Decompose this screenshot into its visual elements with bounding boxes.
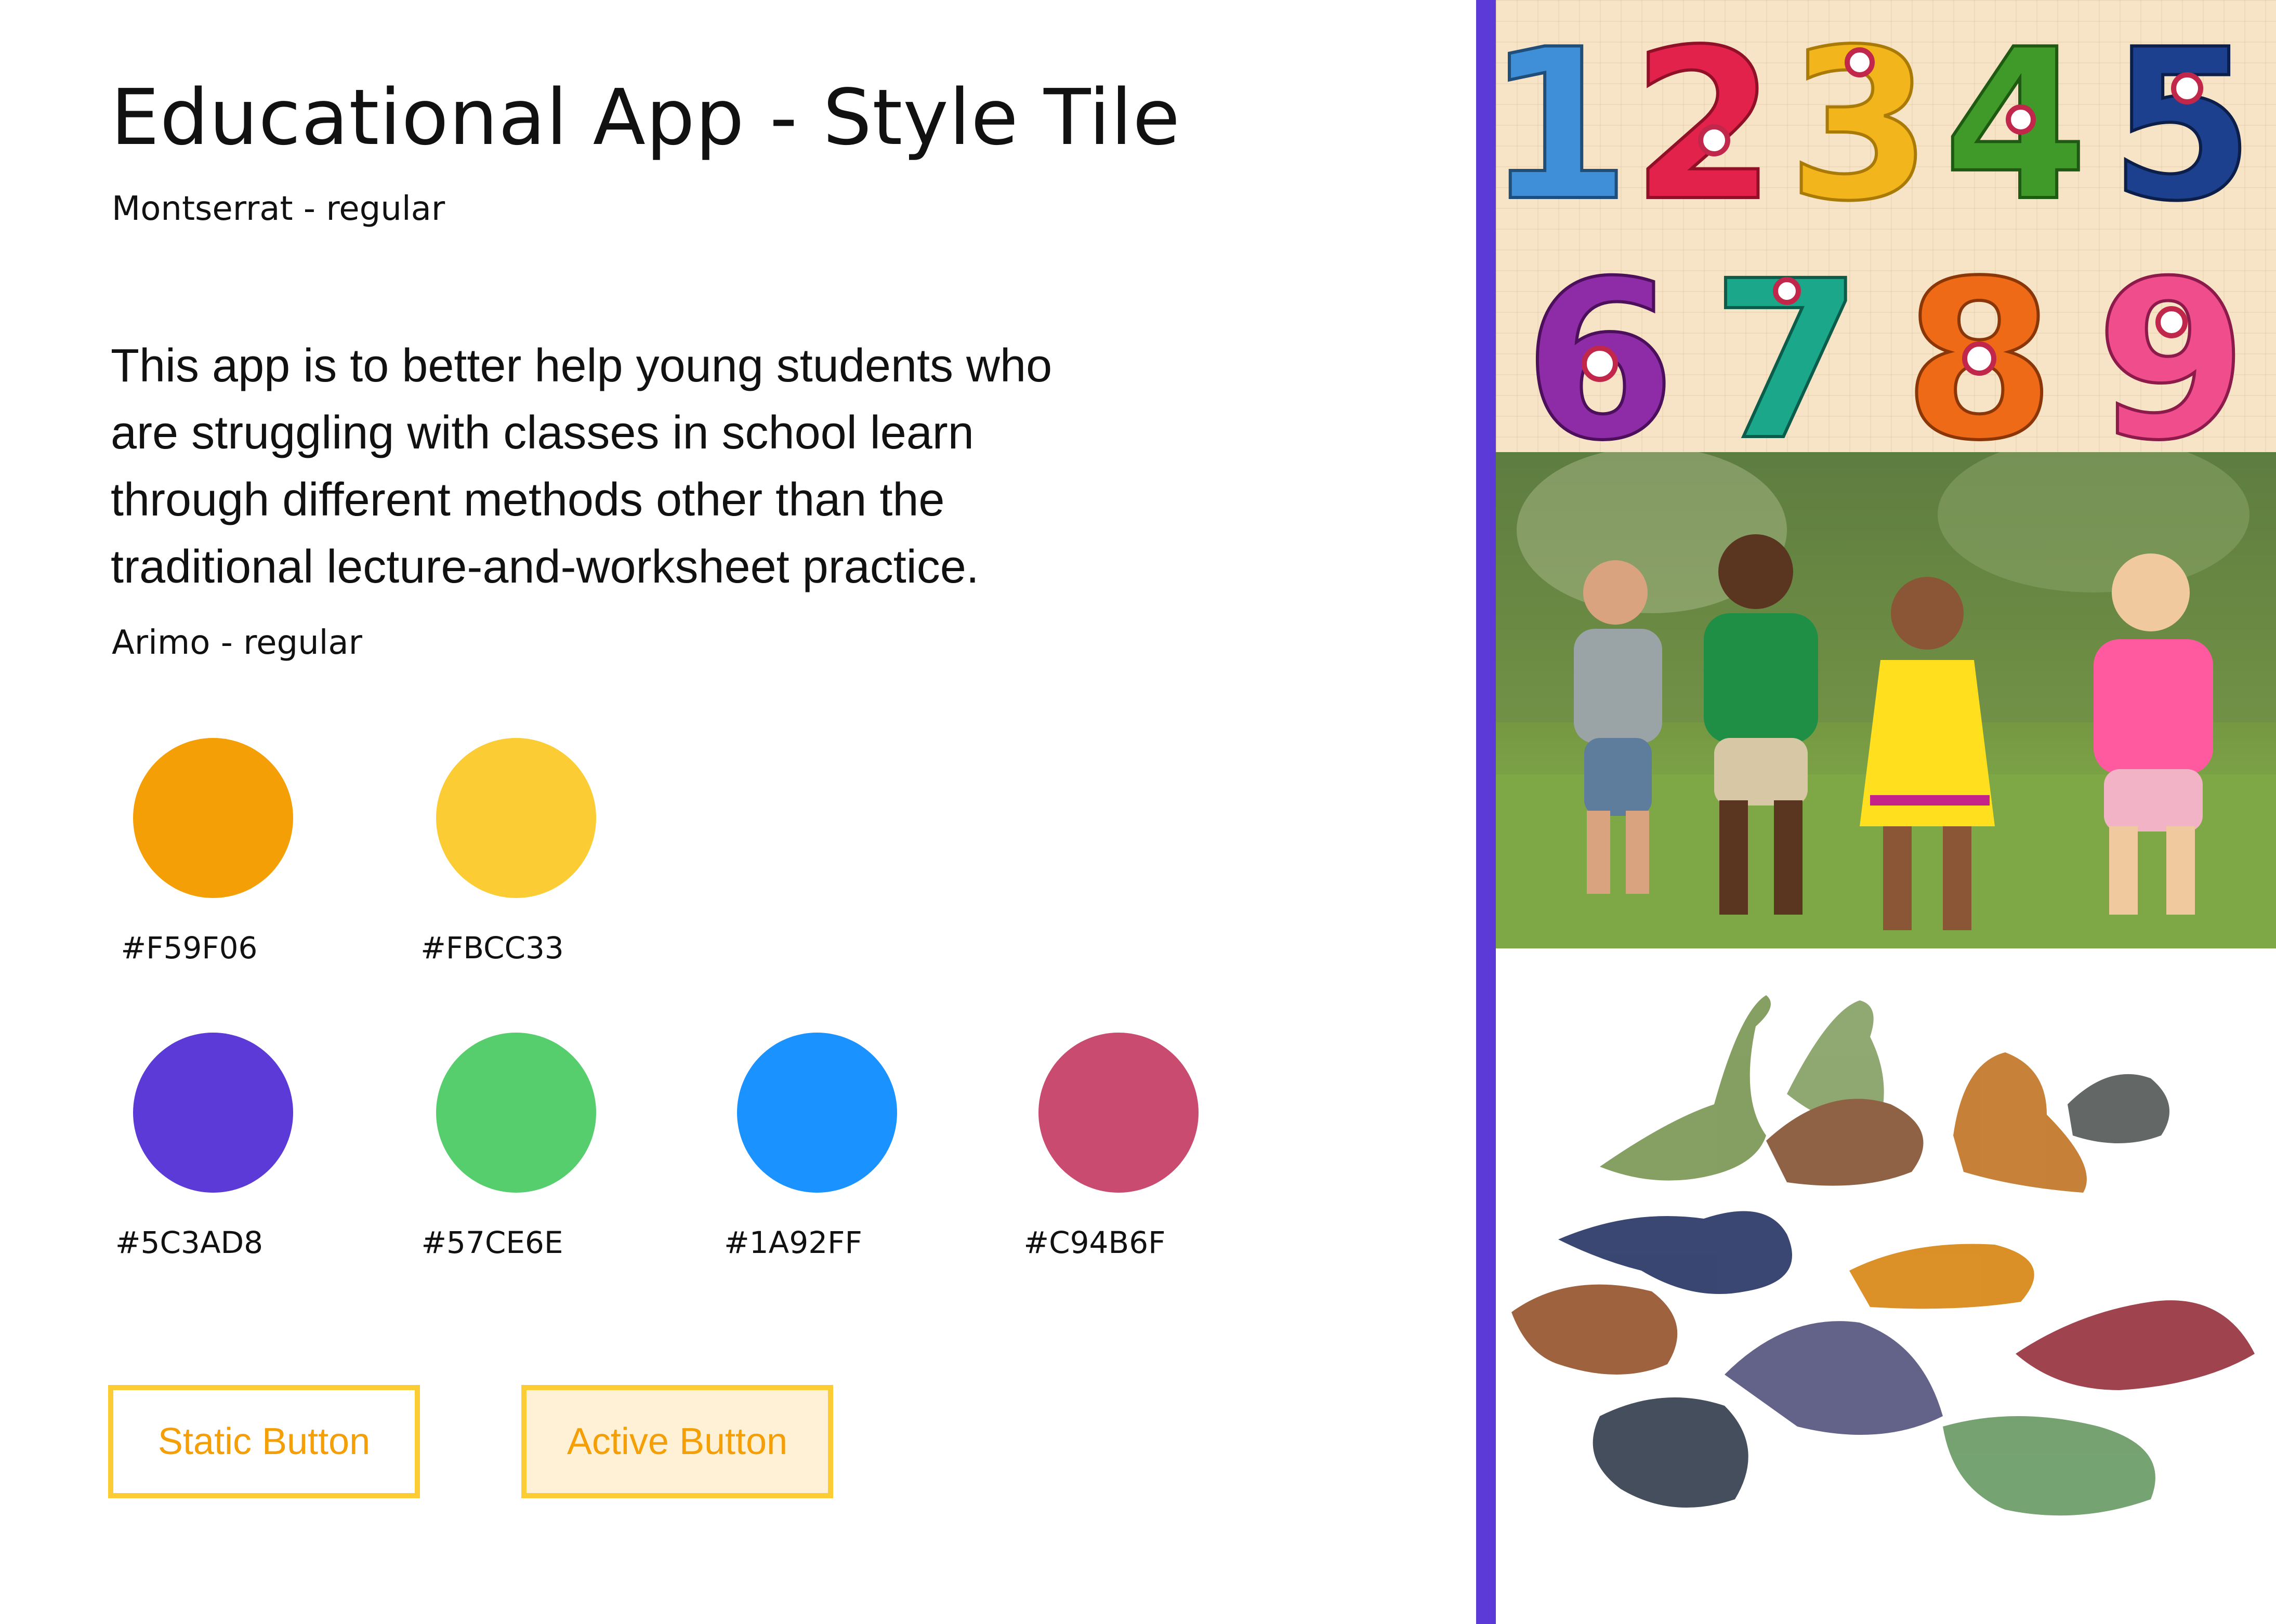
digit-glyph: 1 <box>1496 5 1630 247</box>
body-copy-line: This app is to better help young student… <box>111 340 1053 392</box>
monster-numbers-icon: 1 2 3 4 5 6 7 8 9 <box>1496 4 2256 452</box>
page-title: Educational App - Style Tile <box>111 73 1181 162</box>
swatch-hex-label: #F59F06 <box>121 930 258 966</box>
digit-glyph: 6 <box>1524 234 1676 452</box>
swatch-dot <box>737 1033 897 1193</box>
swatch-hex-label: #5C3AD8 <box>115 1225 264 1260</box>
body-copy-line: are struggling with classes in school le… <box>111 407 974 459</box>
dinosaurs-photo <box>1496 948 2276 1624</box>
digit-glyph: 2 <box>1632 5 1776 247</box>
digit-glyph: 5 <box>2110 5 2254 247</box>
swatch-hex-label: #57CE6E <box>421 1225 563 1260</box>
body-copy: This app is to better help young student… <box>111 333 1140 601</box>
numbers-illustration: 1 2 3 4 5 6 7 8 9 <box>1496 0 2276 452</box>
swatch-dot <box>1038 1033 1199 1193</box>
style-tile-info: Educational App - Style Tile Montserrat … <box>0 0 1476 1624</box>
swatch-dot <box>436 738 596 898</box>
color-swatch: #5C3AD8 <box>83 1033 343 1303</box>
children-running-icon <box>1496 452 2276 948</box>
mood-images: 1 2 3 4 5 6 7 8 9 <box>1496 0 2276 1624</box>
swatch-dot <box>133 738 293 898</box>
digit-glyph: 7 <box>1711 234 1863 452</box>
digit-glyph: 3 <box>1787 5 1932 247</box>
kids-photo <box>1496 452 2276 948</box>
color-swatch: #1A92FF <box>687 1033 947 1303</box>
body-copy-line: through different methods other than the <box>111 474 945 526</box>
color-swatch: #57CE6E <box>386 1033 646 1303</box>
swatch-hex-label: #1A92FF <box>724 1225 862 1260</box>
swatch-dot <box>436 1033 596 1193</box>
digit-glyph: 9 <box>2096 234 2247 452</box>
title-font-label: Montserrat - regular <box>112 190 445 228</box>
color-swatch: #C94B6F <box>989 1033 1248 1303</box>
body-font-label: Arimo - regular <box>112 624 362 662</box>
toy-dinosaurs-icon <box>1511 995 2255 1516</box>
swatch-hex-label: #C94B6F <box>1023 1225 1166 1260</box>
color-swatch: #FBCC33 <box>386 738 646 1008</box>
static-button[interactable]: Static Button <box>108 1385 420 1498</box>
swatch-hex-label: #FBCC33 <box>420 930 564 966</box>
active-button[interactable]: Active Button <box>521 1385 833 1498</box>
color-swatch: #F59F06 <box>83 738 343 1008</box>
swatch-dot <box>133 1033 293 1193</box>
body-copy-line: traditional lecture-and-worksheet practi… <box>111 541 979 593</box>
accent-divider <box>1476 0 1496 1624</box>
